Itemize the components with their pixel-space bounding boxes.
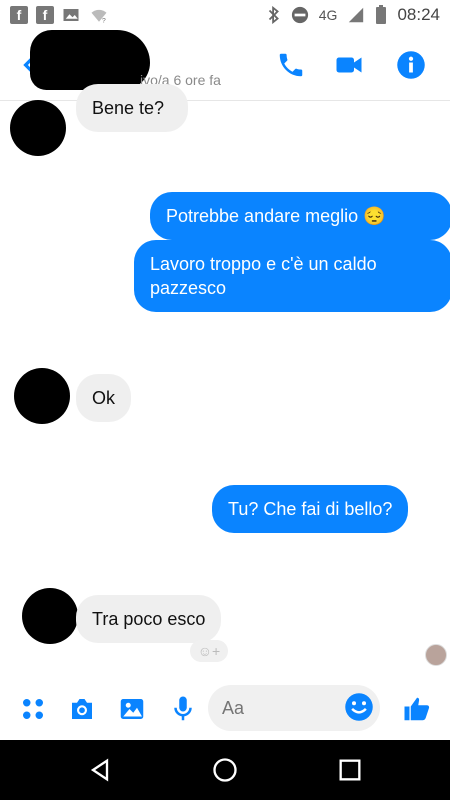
info-icon[interactable]: [396, 50, 426, 80]
message-bubble-sent[interactable]: Tu? Che fai di bello?: [212, 485, 409, 533]
facebook-icon: f: [10, 6, 28, 24]
camera-icon[interactable]: [67, 694, 97, 724]
contact-avatar[interactable]: [22, 588, 78, 644]
bluetooth-icon: [268, 6, 279, 24]
image-icon: [63, 9, 79, 21]
add-reaction-button[interactable]: ☺+: [190, 640, 228, 662]
notification-icons: f f ?: [10, 6, 110, 24]
status-bar: f f ? 4G 08:24: [0, 0, 450, 30]
contact-avatar[interactable]: [14, 368, 70, 424]
message-bubble-received[interactable]: Tra poco esco: [76, 595, 222, 643]
message-bubble-sent[interactable]: Potrebbe andare meglio 😔: [150, 192, 450, 240]
message-bubble-received[interactable]: Ok: [76, 374, 132, 422]
message-bubble-received[interactable]: Bene te?: [76, 84, 188, 132]
system-icons: 4G 08:24: [267, 5, 440, 25]
home-icon[interactable]: [211, 756, 239, 784]
facebook-icon: f: [36, 6, 54, 24]
video-camera-icon[interactable]: [334, 50, 364, 80]
apps-icon[interactable]: [18, 694, 48, 724]
message-composer: [0, 680, 450, 740]
message-list[interactable]: Bene te? Potrebbe andare meglio 😔 Lavoro…: [0, 84, 450, 680]
contact-name-redacted[interactable]: [30, 30, 150, 90]
conversation-header: ivo/a 6 ore fa: [0, 30, 450, 101]
thumbs-up-icon[interactable]: [402, 694, 432, 724]
seen-avatar: [425, 644, 447, 666]
recent-apps-icon[interactable]: [336, 756, 364, 784]
back-icon[interactable]: [86, 756, 114, 784]
phone-icon[interactable]: [276, 50, 306, 80]
signal-icon: [349, 7, 364, 23]
message-bubble-sent[interactable]: Lavoro troppo e c'è un caldo pazzesco: [134, 240, 450, 312]
clock: 08:24: [397, 5, 440, 24]
android-navigation-bar: [0, 740, 450, 800]
microphone-icon[interactable]: [168, 694, 198, 724]
wifi-icon: ?: [91, 9, 107, 25]
network-type: 4G: [318, 7, 338, 23]
do-not-disturb-icon: [291, 6, 308, 24]
emoji-icon[interactable]: [344, 692, 374, 722]
contact-avatar[interactable]: [10, 100, 66, 156]
svg-text:?: ?: [102, 18, 106, 25]
image-gallery-icon[interactable]: [117, 694, 147, 724]
battery-icon: [376, 5, 387, 24]
